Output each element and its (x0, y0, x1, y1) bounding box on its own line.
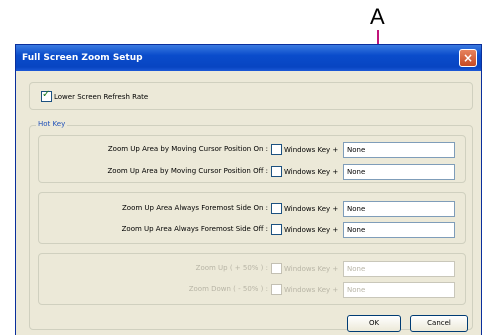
window-title: Full Screen Zoom Setup (22, 53, 143, 63)
hotkey-row-cursor-on: Zoom Up Area by Moving Cursor Position O… (39, 142, 465, 158)
hotkey-row-label: Zoom Up Area Always Foremost Side On : (122, 204, 268, 212)
windows-key-option: Windows Key + (271, 263, 338, 274)
cancel-button[interactable]: Cancel (410, 315, 468, 332)
hotkey-value-field[interactable]: None (343, 142, 455, 158)
windows-key-option[interactable]: Windows Key + (271, 144, 338, 155)
hotkey-value-field: None (343, 282, 455, 298)
hotkey-row-foremost-off: Zoom Up Area Always Foremost Side Off : … (39, 222, 465, 238)
callout-letter: A (370, 4, 385, 29)
hotkey-row-zoom-up: Zoom Up ( + 50% ) : Windows Key + None (39, 261, 465, 277)
windows-key-label: Windows Key + (284, 264, 339, 273)
windows-key-option[interactable]: Windows Key + (271, 203, 338, 214)
close-icon: × (462, 51, 474, 65)
windows-key-option: Windows Key + (271, 284, 338, 295)
hotkey-value-field[interactable]: None (343, 222, 455, 238)
hotkey-row-label: Zoom Up ( + 50% ) : (195, 264, 268, 272)
hotkey-group: Zoom Up Area by Moving Cursor Position O… (29, 125, 473, 330)
windows-key-label: Windows Key + (284, 145, 339, 154)
setup-dialog: Full Screen Zoom Setup × Lower Screen Re… (15, 44, 482, 335)
hotkey-value-field[interactable]: None (343, 164, 455, 180)
hotkey-value-field[interactable]: None (343, 201, 455, 217)
windows-key-checkbox[interactable] (271, 224, 282, 235)
windows-key-checkbox[interactable] (271, 144, 282, 155)
windows-key-checkbox (271, 263, 282, 274)
windows-key-label: Windows Key + (284, 285, 339, 294)
ok-button[interactable]: OK (347, 315, 401, 332)
windows-key-option[interactable]: Windows Key + (271, 224, 338, 235)
close-button[interactable]: × (459, 49, 477, 67)
windows-key-label: Windows Key + (284, 225, 339, 234)
hotkey-row-label: Zoom Up Area by Moving Cursor Position O… (107, 145, 268, 153)
options-group: Lower Screen Refresh Rate (29, 82, 473, 110)
windows-key-checkbox[interactable] (271, 166, 282, 177)
title-bar: Full Screen Zoom Setup × (16, 45, 481, 71)
windows-key-checkbox (271, 284, 282, 295)
windows-key-label: Windows Key + (284, 167, 339, 176)
hotkey-row-label: Zoom Up Area by Moving Cursor Position O… (107, 167, 269, 175)
lower-refresh-option[interactable]: Lower Screen Refresh Rate (41, 89, 149, 102)
windows-key-option[interactable]: Windows Key + (271, 166, 338, 177)
hotkey-row-label: Zoom Up Area Always Foremost Side Off : (121, 225, 268, 233)
hotkey-row-zoom-down: Zoom Down ( - 50% ) : Windows Key + None (39, 282, 465, 298)
hotkey-row-foremost-on: Zoom Up Area Always Foremost Side On : W… (39, 201, 465, 217)
zoom-percent-group: Zoom Up ( + 50% ) : Windows Key + None Z… (38, 253, 466, 305)
lower-refresh-checkbox[interactable] (41, 89, 52, 102)
cursor-position-group: Zoom Up Area by Moving Cursor Position O… (38, 135, 466, 183)
lower-refresh-label: Lower Screen Refresh Rate (54, 92, 149, 101)
windows-key-checkbox[interactable] (271, 203, 282, 214)
windows-key-label: Windows Key + (284, 204, 339, 213)
hotkey-row-label: Zoom Down ( - 50% ) : (188, 285, 268, 293)
hotkey-group-label: Hot Key (36, 120, 68, 128)
foremost-side-group: Zoom Up Area Always Foremost Side On : W… (38, 192, 466, 244)
hotkey-row-cursor-off: Zoom Up Area by Moving Cursor Position O… (39, 164, 465, 180)
hotkey-value-field: None (343, 261, 455, 277)
